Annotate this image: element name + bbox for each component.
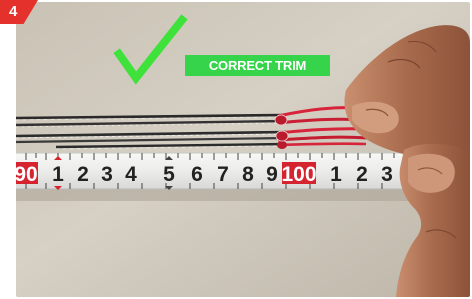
correct-trim-label: CORRECT TRIM [185, 55, 330, 76]
photo-trim-lines-on-tape: 90 1 2 3 4 5 6 7 8 9 100 1 2 3 [16, 2, 470, 297]
tape-mark-3: 3 [101, 163, 113, 186]
tape-mark-1b: 1 [330, 163, 342, 186]
photo-scene: 90 1 2 3 4 5 6 7 8 9 100 1 2 3 [16, 2, 470, 297]
tape-mark-2: 2 [77, 163, 89, 186]
tape-mark-3b: 3 [381, 163, 393, 186]
tape-mark-7: 7 [217, 163, 229, 186]
tape-mark-8: 8 [242, 163, 254, 186]
tape-mark-2b: 2 [356, 163, 368, 186]
tape-measure: 90 1 2 3 4 5 6 7 8 9 100 1 2 3 [16, 152, 406, 190]
tape-mark-9: 9 [266, 163, 278, 186]
tape-mark-1: 1 [52, 163, 64, 186]
tape-mark-4: 4 [125, 163, 137, 186]
tape-mark-90: 90 [16, 163, 38, 186]
tape-mark-5: 5 [163, 163, 175, 186]
tape-mark-100: 100 [281, 163, 316, 186]
tutorial-image-frame: 90 1 2 3 4 5 6 7 8 9 100 1 2 3 4 CORRECT… [0, 0, 472, 299]
tape-mark-6: 6 [191, 163, 203, 186]
